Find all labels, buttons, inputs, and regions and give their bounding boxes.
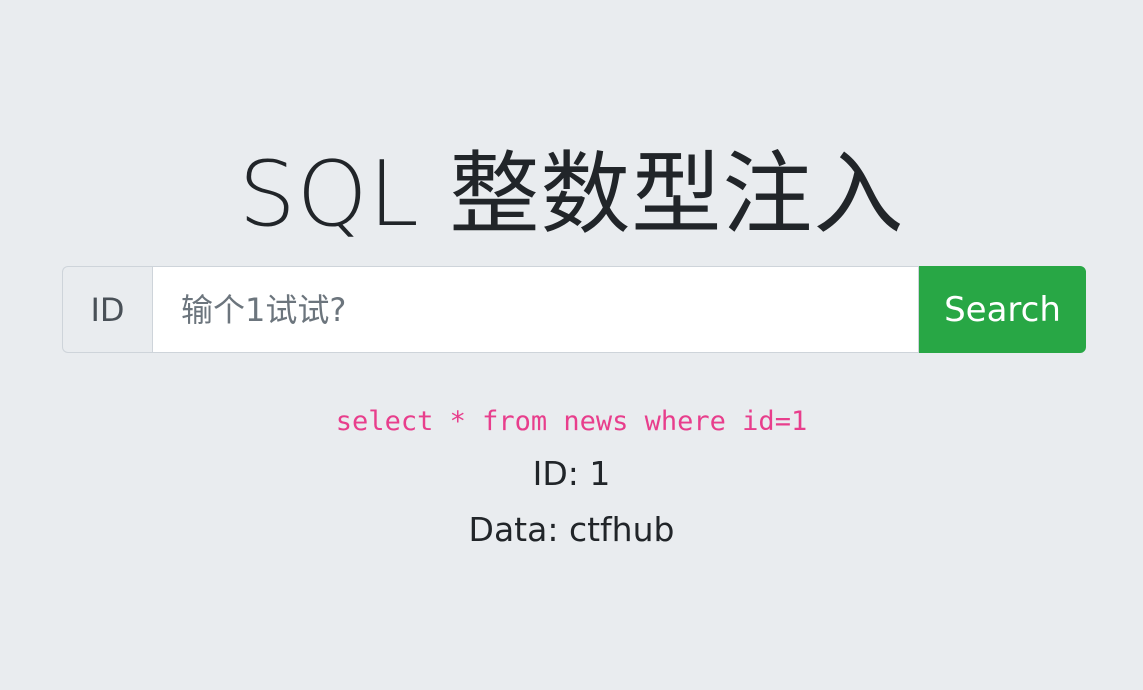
result-data: Data: ctfhub: [468, 510, 675, 549]
result-id: ID: 1: [532, 454, 611, 493]
id-input[interactable]: [152, 266, 919, 353]
id-prepend-label: ID: [62, 266, 152, 353]
sql-query-text: select * from news where id=1: [335, 406, 808, 437]
page-title: SQL 整数型注入: [238, 142, 905, 247]
search-form: ID Search: [62, 266, 1086, 353]
search-button[interactable]: Search: [919, 266, 1086, 353]
